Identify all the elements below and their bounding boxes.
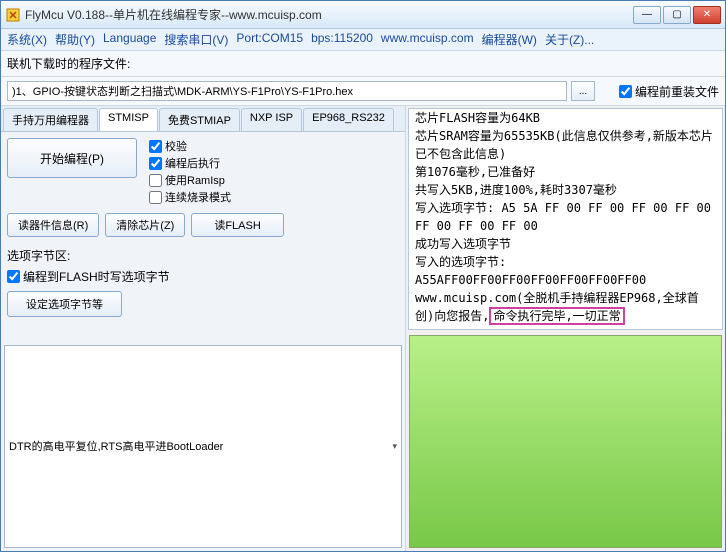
verify-checkbox-label[interactable]: 校验: [149, 138, 231, 154]
contburn-checkbox-label[interactable]: 连续烧录模式: [149, 189, 231, 205]
tab-stmisp[interactable]: STMISP: [99, 108, 158, 131]
writeopt-checkbox-label[interactable]: 编程到FLASH时写选项字节: [7, 268, 399, 285]
right-panel: RTS置高(+3~+12V),选择进入BootLoader...延时100毫秒D…: [406, 106, 725, 551]
app-window: FlyMcu V0.188--单片机在线编程专家--www.mcuisp.com…: [0, 0, 726, 552]
tab-ep968[interactable]: EP968_RS232: [303, 108, 394, 131]
window-controls: — ▢ ✕: [633, 6, 721, 24]
contburn-checkbox[interactable]: [149, 191, 162, 204]
tab-handheld[interactable]: 手持万用编程器: [3, 108, 98, 131]
main-area: 手持万用编程器 STMISP 免费STMIAP NXP ISP EP968_RS…: [1, 106, 725, 551]
menubar: 系统(X) 帮助(Y) Language 搜索串口(V) Port:COM15 …: [1, 29, 725, 51]
ramisp-checkbox-label[interactable]: 使用RamIsp: [149, 172, 231, 188]
menu-about[interactable]: 关于(Z)...: [545, 31, 594, 48]
menu-site[interactable]: www.mcuisp.com: [381, 31, 474, 48]
menu-search-port[interactable]: 搜索串口(V): [164, 31, 228, 48]
progress-bar: [409, 335, 722, 549]
file-path-row: ... 编程前重装文件: [1, 77, 725, 106]
read-flash-button[interactable]: 读FLASH: [191, 213, 283, 237]
option-section-label: 选项字节区:: [7, 247, 399, 264]
reinstall-checkbox[interactable]: [619, 85, 632, 98]
tab-stmiap[interactable]: 免费STMIAP: [159, 108, 240, 131]
app-icon: [5, 7, 21, 23]
start-program-button[interactable]: 开始编程(P): [7, 138, 137, 178]
erase-button[interactable]: 清除芯片(Z): [105, 213, 185, 237]
menu-port[interactable]: Port:COM15: [236, 31, 303, 48]
runafter-checkbox[interactable]: [149, 157, 162, 170]
close-button[interactable]: ✕: [693, 6, 721, 24]
menu-language[interactable]: Language: [103, 31, 156, 48]
file-toolbar: 联机下载时的程序文件:: [1, 51, 725, 77]
maximize-button[interactable]: ▢: [663, 6, 691, 24]
reset-mode-combo[interactable]: DTR的高电平复位,RTS高电平进BootLoader: [4, 345, 402, 549]
log-output[interactable]: RTS置高(+3~+12V),选择进入BootLoader...延时100毫秒D…: [408, 108, 723, 330]
tab-body: 开始编程(P) 校验 编程后执行 使用RamIsp 连续烧录模式 读器件信息(R…: [1, 132, 405, 342]
reinstall-checkbox-label[interactable]: 编程前重装文件: [619, 83, 719, 100]
left-panel: 手持万用编程器 STMISP 免费STMIAP NXP ISP EP968_RS…: [1, 106, 406, 551]
menu-help[interactable]: 帮助(Y): [55, 31, 95, 48]
browse-button[interactable]: ...: [571, 81, 595, 101]
set-option-button[interactable]: 设定选项字节等: [7, 291, 122, 317]
ramisp-checkbox[interactable]: [149, 174, 162, 187]
tab-nxpisp[interactable]: NXP ISP: [241, 108, 302, 131]
menu-system[interactable]: 系统(X): [7, 31, 47, 48]
verify-checkbox[interactable]: [149, 140, 162, 153]
titlebar: FlyMcu V0.188--单片机在线编程专家--www.mcuisp.com…: [1, 1, 725, 29]
window-title: FlyMcu V0.188--单片机在线编程专家--www.mcuisp.com: [25, 6, 633, 23]
minimize-button[interactable]: —: [633, 6, 661, 24]
program-row: 开始编程(P) 校验 编程后执行 使用RamIsp 连续烧录模式: [7, 138, 399, 205]
menu-programmer[interactable]: 编程器(W): [482, 31, 537, 48]
menu-bps[interactable]: bps:115200: [311, 31, 373, 48]
read-info-button[interactable]: 读器件信息(R): [7, 213, 99, 237]
tab-strip: 手持万用编程器 STMISP 免费STMIAP NXP ISP EP968_RS…: [1, 106, 405, 132]
file-path-input[interactable]: [7, 81, 567, 101]
writeopt-checkbox[interactable]: [7, 270, 20, 283]
program-options: 校验 编程后执行 使用RamIsp 连续烧录模式: [149, 138, 231, 205]
runafter-checkbox-label[interactable]: 编程后执行: [149, 155, 231, 171]
file-label: 联机下载时的程序文件:: [7, 55, 130, 72]
action-row: 读器件信息(R) 清除芯片(Z) 读FLASH: [7, 213, 399, 237]
